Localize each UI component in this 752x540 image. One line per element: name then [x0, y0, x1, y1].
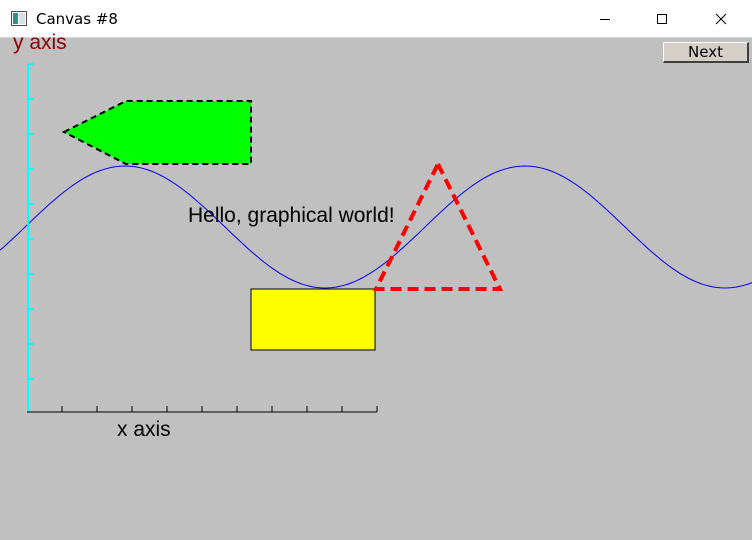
minimize-icon — [600, 19, 610, 20]
app-icon — [11, 11, 27, 26]
maximize-button[interactable] — [633, 0, 691, 38]
drawing-canvas — [0, 38, 752, 540]
y-axis-label: y axis — [13, 31, 67, 54]
y-axis — [27, 63, 34, 412]
window-title: Canvas #8 — [36, 10, 118, 28]
title-bar: Canvas #8 — [0, 0, 752, 38]
maximize-icon — [657, 14, 667, 24]
green-pentagon — [61, 100, 252, 165]
canvas-graphics — [0, 63, 752, 413]
x-axis — [27, 406, 378, 413]
close-icon — [715, 13, 727, 25]
x-axis-label: x axis — [117, 418, 171, 441]
greeting-text: Hello, graphical world! — [188, 204, 395, 227]
yellow-rectangle — [250, 288, 376, 351]
next-button[interactable]: Next — [663, 42, 749, 63]
close-button[interactable] — [692, 0, 750, 38]
minimize-button[interactable] — [576, 0, 634, 38]
